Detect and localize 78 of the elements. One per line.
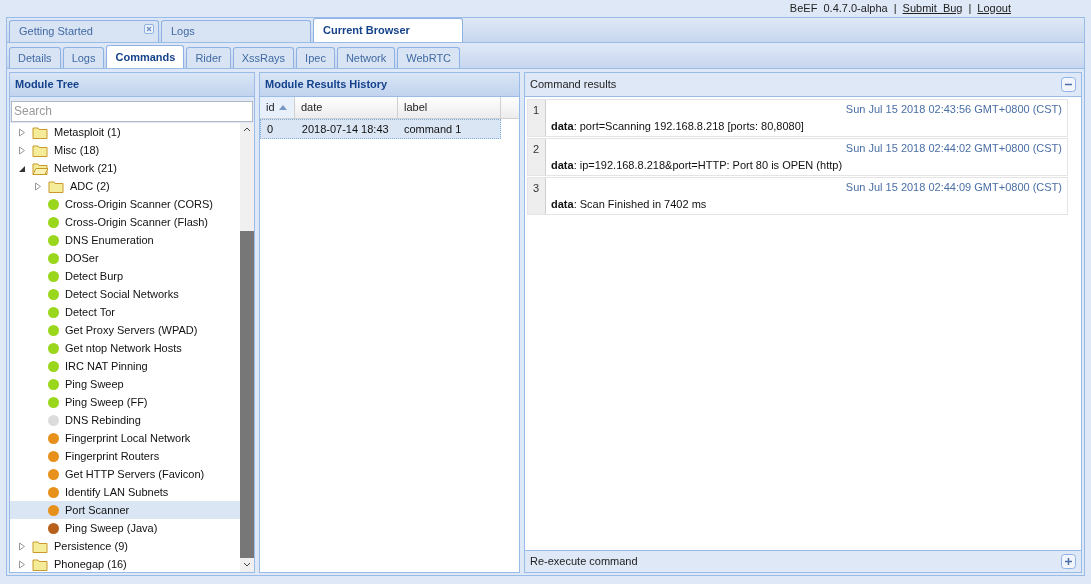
result-text: data: ip=192.168.8.218&port=HTTP: Port 80 is OPEN (http) <box>551 157 844 173</box>
panel-header: Module Tree <box>10 73 254 97</box>
expand-arrow-icon[interactable] <box>18 127 28 137</box>
expand-arrow-icon[interactable] <box>18 145 28 155</box>
table-cell-text: 2018-07-14 18:43 <box>300 121 390 137</box>
folder-node[interactable]: Persistence (9) <box>10 537 240 555</box>
close-icon[interactable] <box>144 24 154 34</box>
folder-node[interactable]: Misc (18) <box>10 141 240 159</box>
module-node[interactable]: Get HTTP Servers (Favicon) <box>10 465 240 483</box>
sub-tab[interactable]: XssRays <box>232 47 295 68</box>
module-node[interactable]: Fingerprint Local Network <box>10 429 240 447</box>
module-node[interactable]: Ping Sweep (FF) <box>10 393 240 411</box>
module-node[interactable]: Cross-Origin Scanner (Flash) <box>10 213 240 231</box>
result-timestamp: Sun Jul 15 2018 02:43:56 GMT+0800 (CST) <box>845 102 1062 117</box>
sub-tab[interactable]: Rider <box>186 47 231 68</box>
module-node[interactable]: Get ntop Network Hosts <box>10 339 240 357</box>
module-node[interactable]: Identify LAN Subnets <box>10 483 240 501</box>
version-label: BeEF 0.4.7.0-alpha <box>789 0 888 16</box>
folder-node[interactable]: Metasploit (1) <box>10 123 240 141</box>
module-node[interactable]: Ping Sweep <box>10 375 240 393</box>
folder-icon <box>48 179 64 193</box>
sub-tab[interactable]: Details <box>9 47 61 68</box>
header-link[interactable]: Submit Bug <box>902 0 963 16</box>
folder-icon <box>32 539 48 553</box>
module-node[interactable]: DNS Enumeration <box>10 231 240 249</box>
sub-tab[interactable]: Commands <box>106 45 185 68</box>
folder-icon <box>32 557 48 571</box>
main-tab[interactable]: Logs <box>161 20 311 42</box>
folder-icon <box>32 125 48 139</box>
main-tab[interactable]: Getting Started <box>9 20 159 42</box>
open-folder-icon <box>32 161 48 175</box>
result-text: data: port=Scanning 192.168.8.218 [ports: 80,8080] <box>551 118 805 134</box>
column-header[interactable]: id <box>260 97 295 118</box>
main-tab[interactable]: Current Browser <box>313 18 463 42</box>
separator: | <box>968 0 972 16</box>
expand-icon[interactable] <box>1061 554 1076 569</box>
expand-arrow-icon[interactable] <box>18 559 28 569</box>
column-header[interactable]: date <box>295 97 398 118</box>
scrollbar-thumb[interactable] <box>240 231 254 558</box>
result-timestamp: Sun Jul 15 2018 02:44:02 GMT+0800 (CST) <box>845 141 1062 156</box>
expand-arrow-icon[interactable] <box>18 541 28 551</box>
result-timestamp: Sun Jul 15 2018 02:44:09 GMT+0800 (CST) <box>845 180 1062 195</box>
module-node[interactable]: Ping Sweep (Java) <box>10 519 240 537</box>
folder-node[interactable]: Network (21) <box>10 159 240 177</box>
row-number: 3 <box>528 178 546 214</box>
module-node[interactable]: Cross-Origin Scanner (CORS) <box>10 195 240 213</box>
panel-footer: Re-execute command <box>525 550 1081 572</box>
separator: | <box>893 0 897 16</box>
column-header[interactable]: label <box>398 97 501 118</box>
module-node[interactable]: Detect Social Networks <box>10 285 240 303</box>
sub-tab[interactable]: WebRTC <box>397 47 461 68</box>
header-link[interactable]: Logout <box>977 0 1011 16</box>
collapse-icon[interactable] <box>1061 77 1076 92</box>
module-node[interactable]: Fingerprint Routers <box>10 447 240 465</box>
sub-tab[interactable]: Ipec <box>296 47 335 68</box>
module-node[interactable]: DNS Rebinding <box>10 411 240 429</box>
row-number: 1 <box>528 100 546 136</box>
search-field[interactable]: Search <box>11 100 253 122</box>
result-text: data: Scan Finished in 7402 ms <box>551 196 708 212</box>
table-cell-text: 0 <box>266 121 275 137</box>
module-node[interactable]: DOSer <box>10 249 240 267</box>
module-node[interactable]: Port Scanner <box>10 501 240 519</box>
module-node[interactable]: Get Proxy Servers (WPAD) <box>10 321 240 339</box>
table-cell-text: command 1 <box>402 121 463 137</box>
folder-node[interactable]: ADC (2) <box>10 177 240 195</box>
module-node[interactable]: IRC NAT Pinning <box>10 357 240 375</box>
sub-tab[interactable]: Network <box>336 47 396 68</box>
sub-tab[interactable]: Logs <box>62 47 105 68</box>
history-row[interactable]: 0 2018-07-14 18:43 command 1 <box>260 119 501 139</box>
module-node[interactable]: Detect Burp <box>10 267 240 285</box>
expand-arrow-icon[interactable] <box>34 181 44 191</box>
panel-header: Command results <box>525 73 1081 97</box>
module-node[interactable]: Detect Tor <box>10 303 240 321</box>
panel-header: Module Results History <box>260 73 519 97</box>
sort-ascending-icon <box>278 105 287 110</box>
folder-node[interactable]: Phonegap (16) <box>10 555 240 572</box>
row-number: 2 <box>528 139 546 175</box>
folder-icon <box>32 143 48 157</box>
